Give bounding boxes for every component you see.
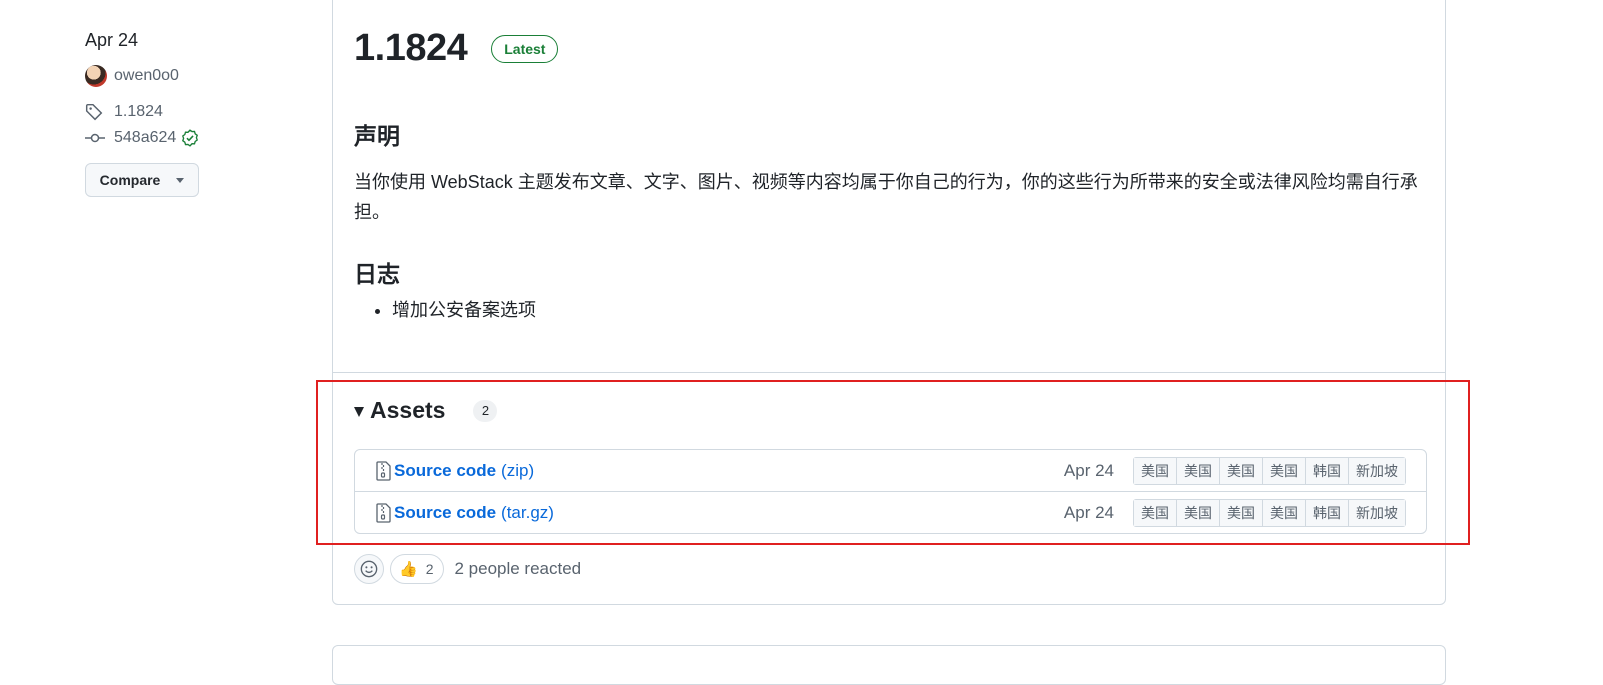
thumbs-up-reaction-button[interactable]: 👍 2 — [390, 554, 445, 584]
author-row[interactable]: owen0o0 — [85, 63, 305, 89]
latest-badge: Latest — [491, 34, 559, 63]
release-title[interactable]: 1.1824 — [354, 27, 468, 70]
list-item: 增加公安备案选项 — [392, 295, 536, 325]
verified-check-icon[interactable] — [181, 129, 199, 147]
release-sidebar: Apr 24 owen0o0 1.1824 548a624 Compare — [85, 30, 305, 197]
highlight-box — [316, 380, 1470, 545]
release-date: Apr 24 — [85, 30, 139, 50]
release-header: 1.1824 Latest — [354, 27, 559, 70]
divider — [333, 372, 1445, 373]
statement-text: 当你使用 WebStack 主题发布文章、文字、图片、视频等内容均属于你自己的行… — [354, 172, 1418, 222]
changelog-heading: 日志 — [354, 261, 400, 287]
reaction-summary: 2 people reacted — [454, 559, 582, 578]
compare-button[interactable]: Compare — [85, 163, 199, 197]
tag-icon — [85, 103, 107, 121]
statement-heading: 声明 — [354, 123, 400, 149]
next-release-card — [332, 645, 1446, 685]
smiley-icon — [360, 560, 378, 578]
commit-sha[interactable]: 548a624 — [114, 129, 176, 147]
changelog-list: 增加公安备案选项 — [354, 295, 536, 325]
tag-row[interactable]: 1.1824 — [85, 99, 305, 125]
chevron-down-icon — [176, 177, 185, 183]
thumbs-up-count: 2 — [425, 561, 434, 577]
author-name[interactable]: owen0o0 — [114, 67, 179, 85]
reactions-bar: 👍 2 2 people reacted — [354, 554, 581, 584]
commit-icon — [85, 131, 107, 145]
commit-row[interactable]: 548a624 — [85, 125, 305, 151]
add-reaction-button[interactable] — [354, 554, 384, 584]
thumbs-up-icon: 👍 — [399, 561, 418, 578]
tag-label[interactable]: 1.1824 — [114, 103, 163, 121]
avatar[interactable] — [85, 65, 107, 87]
compare-label: Compare — [99, 172, 161, 188]
